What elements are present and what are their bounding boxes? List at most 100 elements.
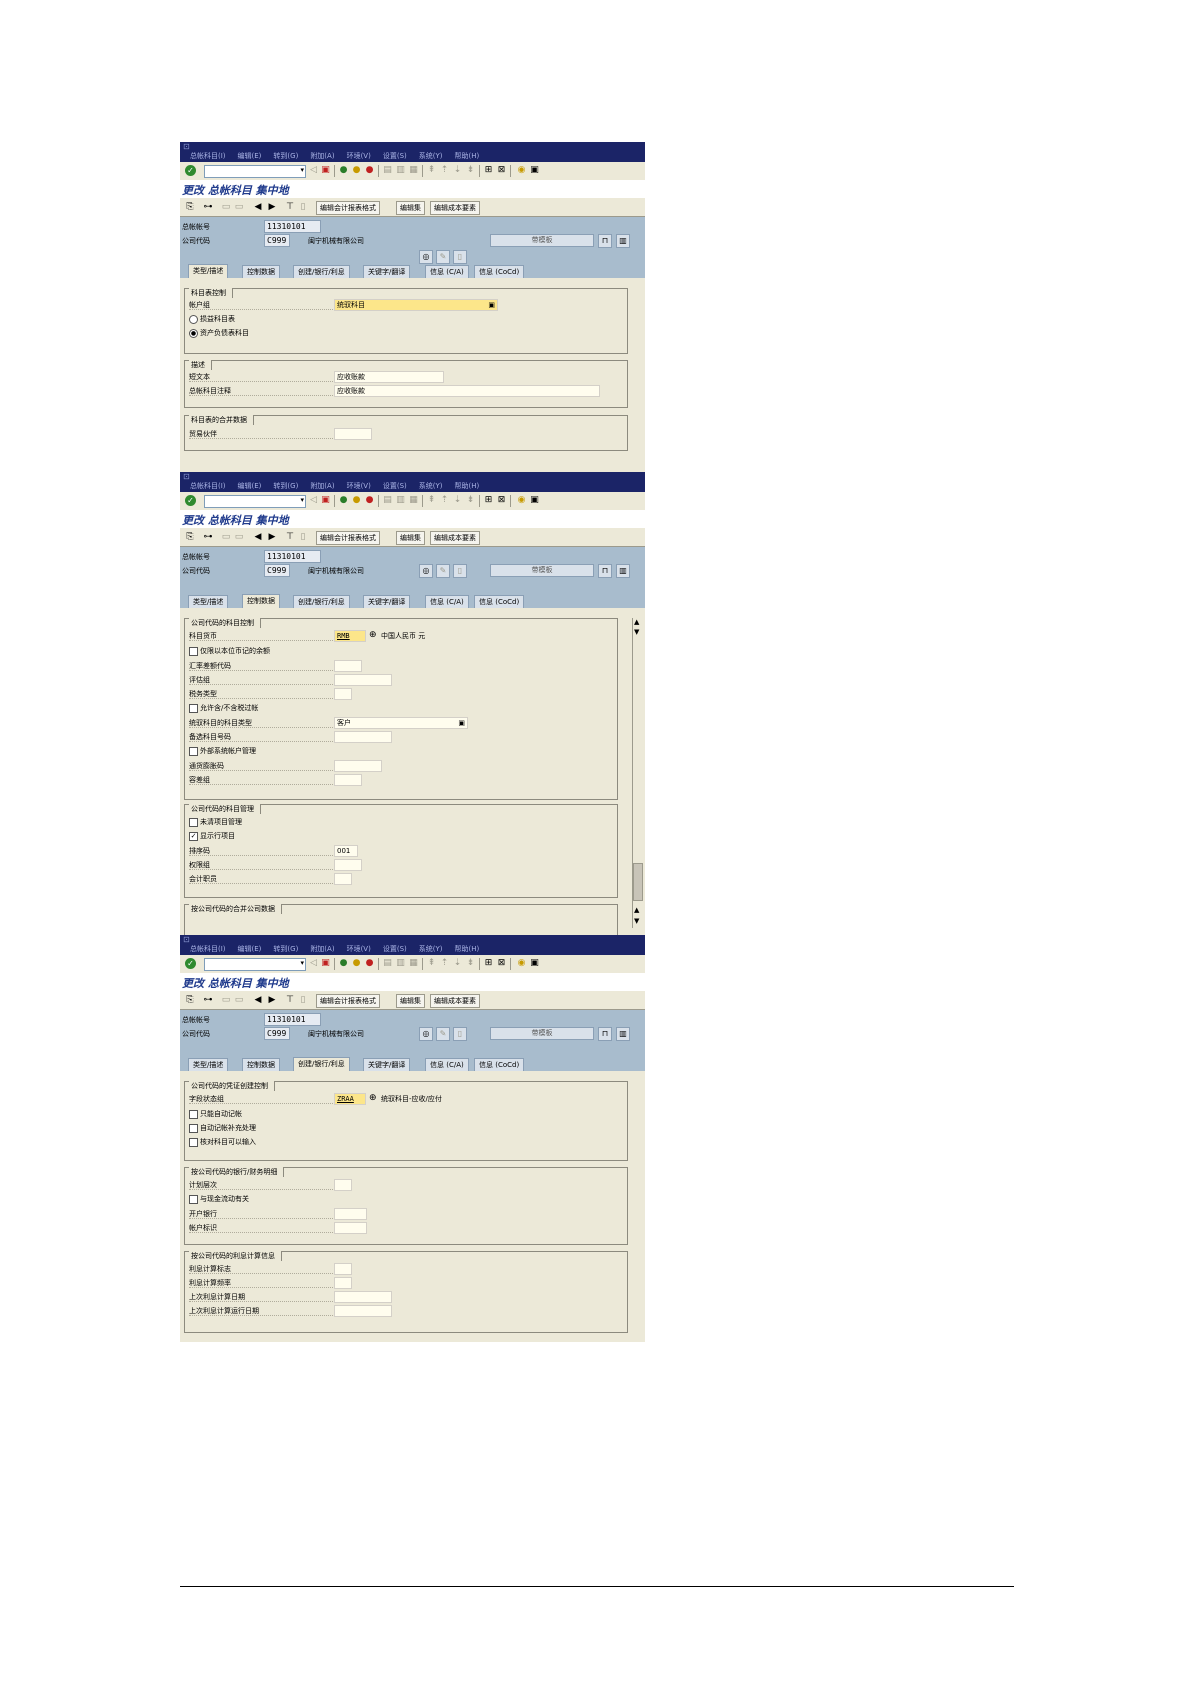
tab-keyword-translation[interactable]: 关键字/翻译 bbox=[363, 1058, 411, 1072]
shortcut-icon[interactable]: ⊠ bbox=[496, 165, 507, 176]
with-template-button[interactable]: 带模板 bbox=[490, 1027, 594, 1040]
with-template-button[interactable]: 带模板 bbox=[490, 564, 594, 577]
layout-icon[interactable]: ▣ bbox=[529, 165, 540, 176]
scroll-down-icon[interactable]: ▼ bbox=[634, 628, 639, 636]
document-icon[interactable]: ▯ bbox=[453, 1027, 467, 1041]
radio-pl-account[interactable]: 损益科目表 bbox=[189, 314, 235, 324]
menu-environment[interactable]: 环境(V) bbox=[347, 151, 371, 161]
glasses-icon[interactable]: ◎ bbox=[419, 1027, 433, 1041]
tab-info-ca[interactable]: 信息 (C/A) bbox=[425, 265, 469, 279]
currency-field[interactable]: RMB bbox=[334, 630, 366, 642]
save-icon[interactable]: ▣ bbox=[320, 165, 331, 176]
auth-group-field[interactable] bbox=[334, 859, 362, 871]
auto-post-checkbox[interactable]: 只能自动记帐 bbox=[189, 1109, 242, 1119]
tab-info-cocd[interactable]: 信息 (CoCd) bbox=[474, 595, 525, 609]
dropdown-icon[interactable]: ▾ bbox=[300, 496, 304, 504]
company-code-field[interactable]: C999 bbox=[264, 234, 290, 247]
edit-cost-element-button[interactable]: 编辑成本要素 bbox=[430, 994, 480, 1008]
cashflow-checkbox[interactable]: 与现金流动有关 bbox=[189, 1194, 249, 1204]
tax-field[interactable] bbox=[334, 688, 352, 700]
clerk-field[interactable] bbox=[334, 873, 352, 885]
tab-control-data[interactable]: 控制数据 bbox=[242, 594, 280, 609]
display-change-icon[interactable]: ⎘ bbox=[184, 531, 196, 543]
new-session-icon[interactable]: ⊞ bbox=[483, 495, 494, 506]
checkbox-icon[interactable] bbox=[189, 703, 198, 713]
supplement-checkbox[interactable]: 自动记帐补充处理 bbox=[189, 1123, 256, 1133]
tab-info-ca[interactable]: 信息 (C/A) bbox=[425, 595, 469, 609]
trading-partner-field[interactable] bbox=[334, 428, 372, 440]
find-next-icon[interactable]: ▦ bbox=[408, 165, 419, 176]
last-key-date-field[interactable] bbox=[334, 1291, 392, 1303]
open-item-checkbox[interactable]: 未清项目管理 bbox=[189, 817, 242, 827]
house-bank-field[interactable] bbox=[334, 1208, 367, 1220]
edit-fs-version-button[interactable]: 编辑会计报表格式 bbox=[316, 531, 380, 545]
document-icon[interactable]: ▯ bbox=[453, 564, 467, 578]
exit-icon[interactable]: ● bbox=[351, 165, 362, 176]
lock-icon[interactable]: ⊓ bbox=[598, 234, 612, 248]
menu-system[interactable]: 系统(Y) bbox=[419, 151, 443, 161]
last-page-icon[interactable]: ⇟ bbox=[465, 958, 476, 969]
previous-icon[interactable]: ◀ bbox=[252, 201, 264, 213]
delete-icon[interactable]: ▭ bbox=[233, 201, 245, 213]
scroll-thumb[interactable] bbox=[633, 863, 643, 901]
hierarchy-icon[interactable]: ⊶ bbox=[202, 531, 214, 543]
exit-icon[interactable]: ● bbox=[351, 495, 362, 506]
dropdown-icon[interactable]: ▾ bbox=[300, 959, 304, 967]
lock-icon[interactable]: ⊓ bbox=[598, 564, 612, 578]
print-icon[interactable]: ▤ bbox=[382, 958, 393, 969]
back-arrow-icon[interactable]: ◁ bbox=[308, 958, 319, 969]
long-text-field[interactable]: 应收账款 bbox=[334, 385, 600, 397]
line-item-checkbox[interactable]: ✓ 显示行项目 bbox=[189, 831, 235, 841]
checkbox-icon[interactable] bbox=[189, 1137, 198, 1147]
exchange-field[interactable] bbox=[334, 660, 362, 672]
menu-system[interactable]: 系统(Y) bbox=[419, 944, 443, 954]
help-icon[interactable]: ◉ bbox=[516, 958, 527, 969]
edit-set-button[interactable]: 编辑集 bbox=[396, 994, 425, 1008]
edit-set-button[interactable]: 编辑集 bbox=[396, 531, 425, 545]
match-icon[interactable]: ⊕ bbox=[369, 630, 377, 640]
last-run-date-field[interactable] bbox=[334, 1305, 392, 1317]
edit-pencil-icon[interactable]: ✎ bbox=[436, 564, 450, 578]
menu-settings[interactable]: 设置(S) bbox=[383, 481, 407, 491]
tab-keyword-translation[interactable]: 关键字/翻译 bbox=[363, 595, 411, 609]
copy-icon[interactable]: ▭ bbox=[220, 201, 232, 213]
with-template-button[interactable]: 带模板 bbox=[490, 234, 594, 247]
back-arrow-icon[interactable]: ◁ bbox=[308, 495, 319, 506]
lock-icon[interactable]: ⊓ bbox=[598, 1027, 612, 1041]
save-icon[interactable]: ▣ bbox=[320, 495, 331, 506]
glasses-icon[interactable]: ◎ bbox=[419, 250, 433, 264]
cancel-icon[interactable]: ● bbox=[364, 958, 375, 969]
tab-control-data[interactable]: 控制数据 bbox=[242, 265, 280, 279]
print-icon[interactable]: ▤ bbox=[382, 165, 393, 176]
dropdown-icon[interactable]: ▣ bbox=[458, 718, 465, 728]
no-tax-checkbox[interactable]: 允许含/不含税过帐 bbox=[189, 703, 258, 713]
edit-cost-element-button[interactable]: 编辑成本要素 bbox=[430, 531, 480, 545]
sap-window-icon[interactable]: ⊡ bbox=[183, 142, 190, 151]
tab-control-data[interactable]: 控制数据 bbox=[242, 1058, 280, 1072]
command-field[interactable]: ▾ bbox=[204, 165, 306, 178]
previous-icon[interactable]: ◀ bbox=[252, 531, 264, 543]
menu-glaccount[interactable]: 总帐科目(I) bbox=[190, 944, 226, 954]
next-icon[interactable]: ▶ bbox=[266, 201, 278, 213]
back-icon[interactable]: ● bbox=[338, 165, 349, 176]
tab-type-description[interactable]: 类型/描述 bbox=[188, 1058, 229, 1072]
trash-icon[interactable]: ▥ bbox=[616, 234, 630, 248]
find-next-icon[interactable]: ▦ bbox=[408, 958, 419, 969]
cancel-icon[interactable]: ● bbox=[364, 495, 375, 506]
exit-icon[interactable]: ● bbox=[351, 958, 362, 969]
company-code-field[interactable]: C999 bbox=[264, 1027, 290, 1040]
checkbox-icon[interactable] bbox=[189, 646, 198, 656]
dropdown-icon[interactable]: ▾ bbox=[300, 166, 304, 174]
menu-settings[interactable]: 设置(S) bbox=[383, 944, 407, 954]
layout-icon[interactable]: ▣ bbox=[529, 958, 540, 969]
shortcut-icon[interactable]: ⊠ bbox=[496, 495, 507, 506]
menu-goto[interactable]: 转到(G) bbox=[273, 481, 298, 491]
radio-bs-account[interactable]: ● 资产负债表科目 bbox=[189, 328, 249, 338]
checkbox-icon[interactable] bbox=[189, 1109, 198, 1119]
document-icon[interactable]: ▯ bbox=[297, 531, 309, 543]
menu-help[interactable]: 帮助(H) bbox=[455, 944, 480, 954]
valuation-field[interactable] bbox=[334, 674, 392, 686]
interest-indicator-field[interactable] bbox=[334, 1263, 352, 1275]
document-icon[interactable]: ▯ bbox=[453, 250, 467, 264]
copy-icon[interactable]: ▭ bbox=[220, 994, 232, 1006]
